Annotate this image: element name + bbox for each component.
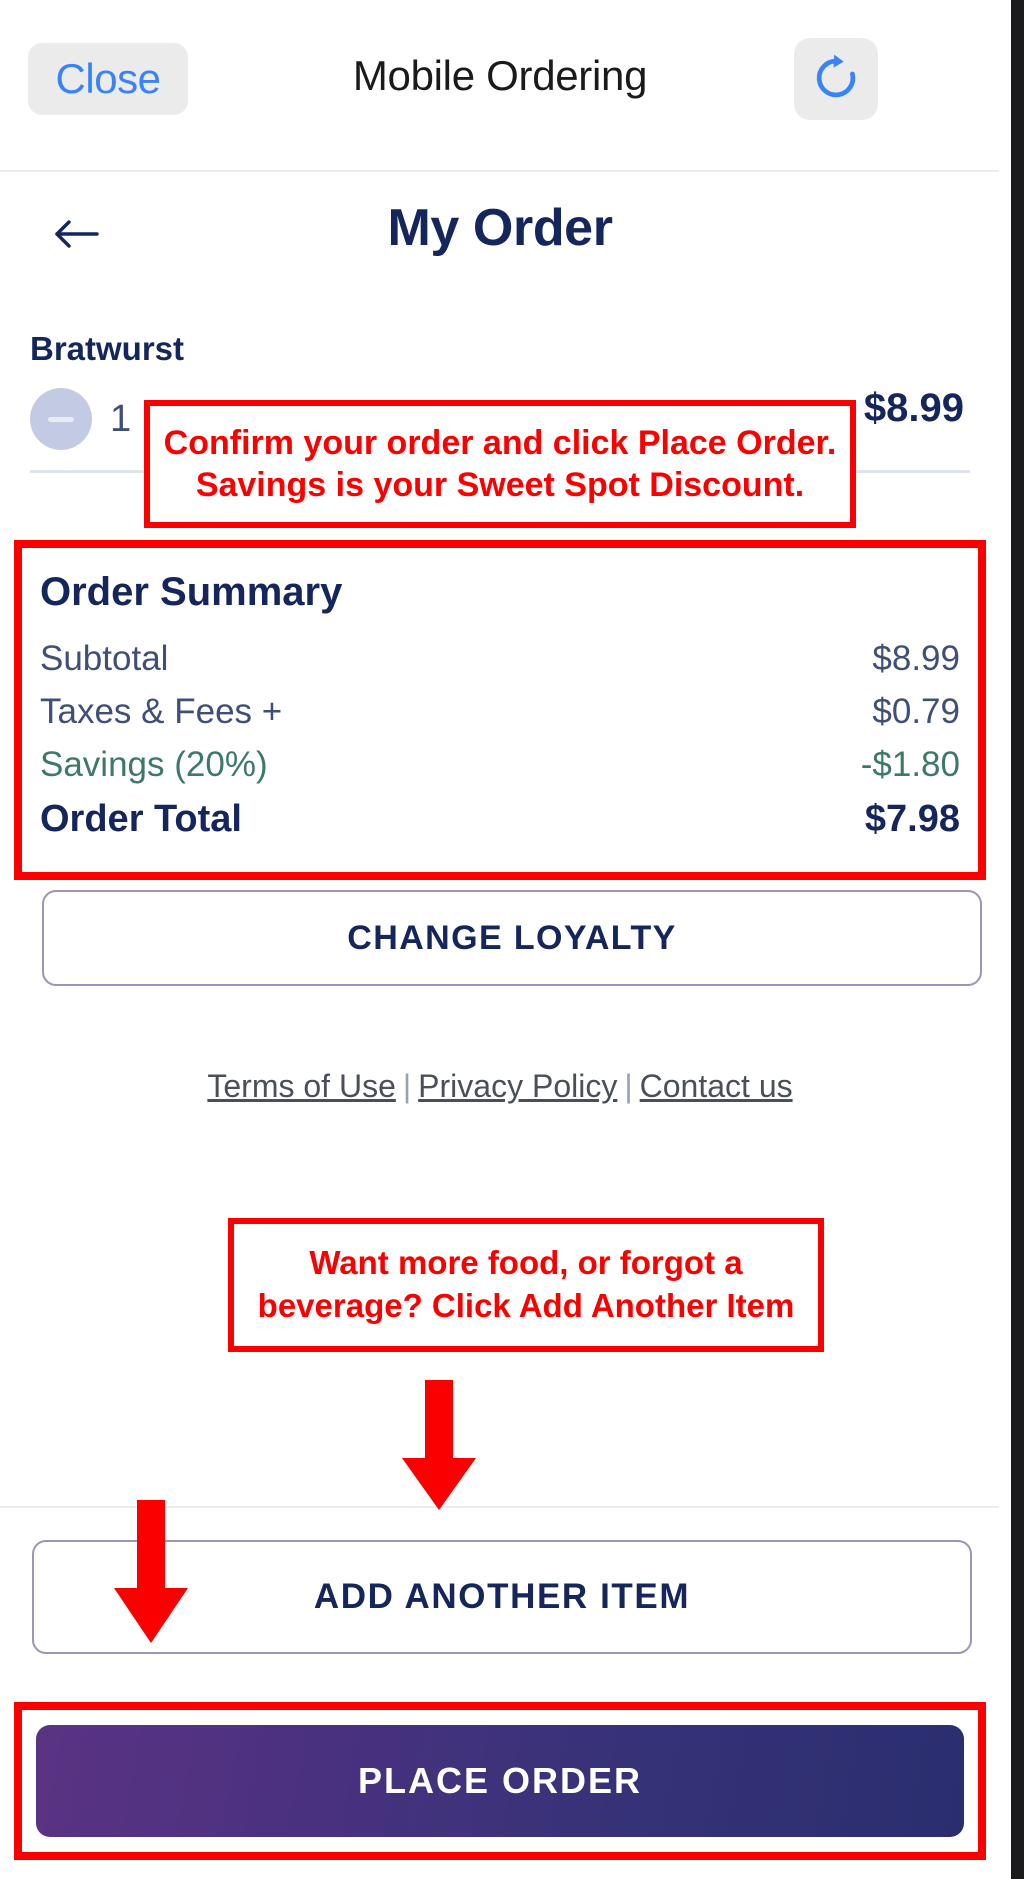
refresh-button[interactable] xyxy=(794,38,878,120)
browser-top-bar: Close Mobile Ordering xyxy=(0,0,1000,172)
refresh-icon xyxy=(809,51,863,108)
down-arrow-icon xyxy=(114,1500,188,1643)
contact-us-link[interactable]: Contact us xyxy=(640,1068,793,1104)
annotation-highlight-order-summary xyxy=(14,540,986,880)
annotation-line-1: Want more food, or forgot a xyxy=(309,1244,743,1282)
device-edge-gap xyxy=(999,0,1011,1879)
app-screen: Close Mobile Ordering My Order Bratwurst… xyxy=(0,0,1024,1879)
privacy-policy-link[interactable]: Privacy Policy xyxy=(418,1068,617,1104)
change-loyalty-button[interactable]: CHANGE LOYALTY xyxy=(42,890,982,986)
item-name: Bratwurst xyxy=(30,330,185,367)
quantity-stepper[interactable]: 1 xyxy=(30,388,131,450)
annotation-callout-confirm-order: Confirm your order and click Place Order… xyxy=(144,400,856,528)
annotation-line-1: Confirm your order and click Place Order… xyxy=(163,423,837,462)
minus-icon xyxy=(48,416,74,422)
decrease-quantity-button[interactable] xyxy=(30,388,92,450)
page-title: My Order xyxy=(387,199,613,257)
page-header: My Order xyxy=(0,172,1000,302)
annotation-line-2: Savings is your Sweet Spot Discount. xyxy=(195,466,805,504)
annotation-arrow-to-place-order xyxy=(106,1500,196,1650)
annotation-highlight-place-order xyxy=(14,1702,986,1860)
item-price: $8.99 xyxy=(863,386,964,430)
down-arrow-icon xyxy=(402,1380,476,1510)
annotation-arrow-to-add-item xyxy=(394,1380,484,1517)
footer-links: Terms of Use | Privacy Policy | Contact us xyxy=(0,1068,1000,1105)
annotation-line-2: beverage? Click Add Another Item xyxy=(257,1287,795,1324)
device-bezel-right xyxy=(1011,0,1024,1879)
link-separator-2: | xyxy=(624,1068,633,1104)
annotation-callout-add-item: Want more food, or forgot a beverage? Cl… xyxy=(228,1218,824,1352)
quantity-value: 1 xyxy=(110,397,132,440)
link-separator-1: | xyxy=(402,1068,412,1104)
terms-of-use-link[interactable]: Terms of Use xyxy=(207,1068,395,1104)
